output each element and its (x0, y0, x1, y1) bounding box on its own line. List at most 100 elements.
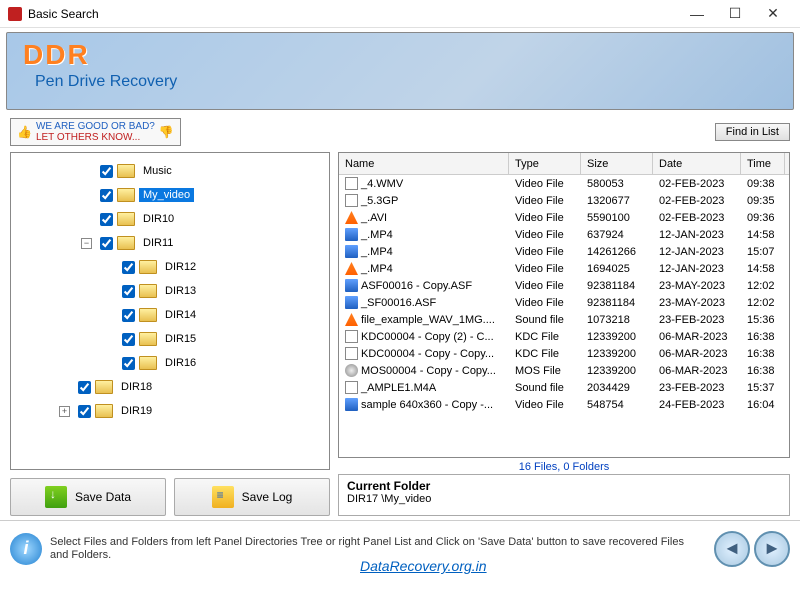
tree-checkbox[interactable] (122, 261, 135, 274)
col-name[interactable]: Name (339, 153, 509, 174)
tree-item[interactable]: DIR15 (11, 327, 329, 351)
file-row[interactable]: _.MP4Video File169402512-JAN-202314:58 (339, 260, 789, 277)
file-size: 5590100 (581, 212, 653, 224)
blue-file-icon (345, 279, 358, 292)
app-icon (8, 7, 22, 21)
file-list[interactable]: Name Type Size Date Time _4.WMVVideo Fil… (338, 152, 790, 458)
tree-item[interactable]: Music (11, 159, 329, 183)
tree-label: DIR16 (161, 356, 200, 370)
tree-item[interactable]: DIR10 (11, 207, 329, 231)
doc-file-icon (345, 347, 358, 360)
tree-checkbox[interactable] (122, 333, 135, 346)
feedback-badge[interactable]: 👍 WE ARE GOOD OR BAD? LET OTHERS KNOW...… (10, 118, 181, 146)
tree-item[interactable]: DIR18 (11, 375, 329, 399)
feedback-line2: LET OTHERS KNOW... (36, 132, 155, 143)
file-row[interactable]: KDC00004 - Copy (2) - C...KDC File123392… (339, 328, 789, 345)
file-time: 16:04 (741, 399, 785, 411)
back-button[interactable]: ◄ (714, 531, 750, 567)
file-name: _.MP4 (361, 263, 393, 275)
file-size: 12339200 (581, 331, 653, 343)
file-row[interactable]: _.MP4Video File63792412-JAN-202314:58 (339, 226, 789, 243)
expand-icon[interactable]: + (59, 406, 70, 417)
file-row[interactable]: _4.WMVVideo File58005302-FEB-202309:38 (339, 175, 789, 192)
file-size: 637924 (581, 229, 653, 241)
col-type[interactable]: Type (509, 153, 581, 174)
file-row[interactable]: _.AVIVideo File559010002-FEB-202309:36 (339, 209, 789, 226)
col-size[interactable]: Size (581, 153, 653, 174)
tree-checkbox[interactable] (122, 357, 135, 370)
file-time: 14:58 (741, 263, 785, 275)
file-row[interactable]: MOS00004 - Copy - Copy...MOS File1233920… (339, 362, 789, 379)
file-name: KDC00004 - Copy (2) - C... (361, 331, 494, 343)
tree-checkbox[interactable] (100, 189, 113, 202)
file-date: 23-MAY-2023 (653, 297, 741, 309)
file-type: Video File (509, 297, 581, 309)
tree-spacer (59, 382, 70, 393)
blue-file-icon (345, 228, 358, 241)
file-date: 06-MAR-2023 (653, 365, 741, 377)
file-date: 02-FEB-2023 (653, 212, 741, 224)
file-row[interactable]: _.MP4Video File1426126612-JAN-202315:07 (339, 243, 789, 260)
col-time[interactable]: Time (741, 153, 785, 174)
directory-tree[interactable]: Music My_videoDIR10 − DIR11 DIR12DIR13DIR14 D… (10, 152, 330, 470)
file-date: 23-MAY-2023 (653, 280, 741, 292)
tree-checkbox[interactable] (78, 381, 91, 394)
file-count-status: 16 Files, 0 Folders (338, 458, 790, 474)
window-title: Basic Search (28, 7, 678, 21)
file-row[interactable]: KDC00004 - Copy - Copy...KDC File1233920… (339, 345, 789, 362)
close-button[interactable]: ✕ (754, 0, 792, 28)
file-row[interactable]: file_example_WAV_1MG....Sound file107321… (339, 311, 789, 328)
file-size: 14261266 (581, 246, 653, 258)
current-folder-title: Current Folder (347, 479, 781, 493)
file-row[interactable]: sample 640x360 - Copy -...Video File5487… (339, 396, 789, 413)
doc-file-icon (345, 177, 358, 190)
forward-button[interactable]: ► (754, 531, 790, 567)
folder-icon (95, 380, 113, 394)
col-date[interactable]: Date (653, 153, 741, 174)
minimize-button[interactable]: — (678, 0, 716, 28)
vlc-file-icon (345, 313, 358, 326)
tree-label: Music (139, 164, 176, 178)
thumb-down-icon: 👎 (159, 127, 174, 138)
tree-checkbox[interactable] (100, 165, 113, 178)
tree-checkbox[interactable] (78, 405, 91, 418)
tree-checkbox[interactable] (122, 285, 135, 298)
file-size: 12339200 (581, 348, 653, 360)
find-in-list-button[interactable]: Find in List (715, 123, 790, 141)
file-size: 12339200 (581, 365, 653, 377)
doc-file-icon (345, 330, 358, 343)
file-name: sample 640x360 - Copy -... (361, 399, 493, 411)
tree-checkbox[interactable] (100, 213, 113, 226)
file-name: KDC00004 - Copy - Copy... (361, 348, 494, 360)
thumb-up-icon: 👍 (17, 127, 32, 138)
file-name: _5.3GP (361, 195, 398, 207)
tree-item[interactable]: − DIR11 (11, 231, 329, 255)
site-link[interactable]: DataRecovery.org.in (360, 558, 487, 574)
save-log-button[interactable]: Save Log (174, 478, 330, 516)
tree-item[interactable]: DIR12 (11, 255, 329, 279)
file-type: Video File (509, 280, 581, 292)
save-data-button[interactable]: Save Data (10, 478, 166, 516)
file-time: 12:02 (741, 280, 785, 292)
file-row[interactable]: _AMPLE1.M4ASound file203442923-FEB-20231… (339, 379, 789, 396)
tree-spacer (81, 214, 92, 225)
file-type: Video File (509, 399, 581, 411)
tree-item[interactable]: +DIR19 (11, 399, 329, 423)
tree-label: DIR11 (139, 236, 177, 250)
file-row[interactable]: ASF00016 - Copy.ASFVideo File9238118423-… (339, 277, 789, 294)
tree-item[interactable]: DIR16 (11, 351, 329, 375)
tree-item[interactable]: My_video (11, 183, 329, 207)
tree-spacer (103, 334, 114, 345)
current-folder-path: DIR17 \My_video (347, 493, 781, 505)
file-date: 12-JAN-2023 (653, 246, 741, 258)
file-row[interactable]: _SF00016.ASFVideo File9238118423-MAY-202… (339, 294, 789, 311)
tree-label: DIR15 (161, 332, 200, 346)
tree-checkbox[interactable] (122, 309, 135, 322)
tree-item[interactable]: DIR13 (11, 279, 329, 303)
tree-checkbox[interactable] (100, 237, 113, 250)
maximize-button[interactable]: ☐ (716, 0, 754, 28)
collapse-icon[interactable]: − (81, 238, 92, 249)
blue-file-icon (345, 398, 358, 411)
tree-item[interactable]: DIR14 (11, 303, 329, 327)
file-row[interactable]: _5.3GPVideo File132067702-FEB-202309:35 (339, 192, 789, 209)
